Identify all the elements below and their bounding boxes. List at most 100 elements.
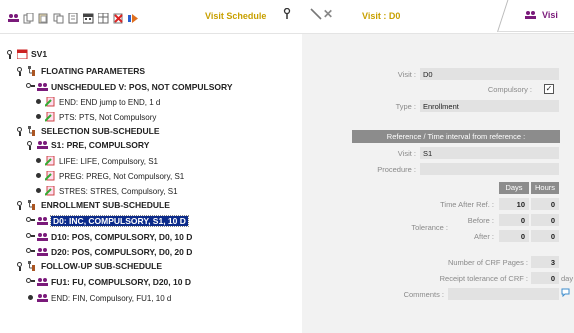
tree-node-floating[interactable]: FLOATING PARAMETERS xyxy=(16,65,145,77)
collapse-toggle-icon[interactable] xyxy=(16,261,25,271)
copy-icon[interactable] xyxy=(23,12,34,24)
expand-toggle-icon[interactable] xyxy=(26,247,35,257)
tree-node-s1[interactable]: S1: PRE, COMPULSORY xyxy=(26,139,149,151)
after-hours-field[interactable]: 0 xyxy=(531,230,559,242)
receipt-tolerance-label: Receipt tolerance of CRF : xyxy=(439,274,528,283)
collapse-toggle-icon[interactable] xyxy=(26,140,35,150)
before-hours-field[interactable]: 0 xyxy=(531,214,559,226)
collapse-toggle-icon[interactable] xyxy=(16,66,25,76)
sub-schedule-icon xyxy=(27,200,38,210)
tolerance-label: Tolerance : xyxy=(411,223,448,232)
time-after-label: Time After Ref. : xyxy=(440,200,494,209)
tree-node-fu1[interactable]: FU1: FU, COMPULSORY, D20, 10 D xyxy=(26,276,191,288)
tree-node-d10[interactable]: D10: POS, COMPULSORY, D0, 10 D xyxy=(26,231,192,243)
procedure-icon xyxy=(44,170,56,181)
compulsory-label: Compulsory : xyxy=(487,85,532,94)
pin-icon[interactable] xyxy=(282,7,292,22)
receipt-tolerance-field[interactable]: 0 xyxy=(531,272,559,284)
ref-visit-field[interactable]: S1 xyxy=(420,147,559,159)
tree-node-selection[interactable]: SELECTION SUB-SCHEDULE xyxy=(16,125,160,137)
table-icon[interactable] xyxy=(97,12,109,24)
toolbar-title: Visit Schedule xyxy=(205,11,267,21)
tree-label: S1: PRE, COMPULSORY xyxy=(51,140,150,150)
visit-icon xyxy=(37,277,48,287)
procedure-icon xyxy=(44,155,56,166)
visit-tab[interactable]: Visi xyxy=(525,10,558,20)
comments-field[interactable] xyxy=(448,288,559,300)
tree-node-d20[interactable]: D20: POS, COMPULSORY, D0, 20 D xyxy=(26,246,192,258)
visit-tab-label: Visi xyxy=(542,10,558,20)
visit-details-panel: Visit : D0 Compulsory : ✓ Type : Enrollm… xyxy=(302,34,574,333)
sub-schedule-icon xyxy=(27,66,38,76)
tree-label: SELECTION SUB-SCHEDULE xyxy=(41,126,160,136)
toolbar: Visit Schedule ✕ Visit : D0 xyxy=(0,0,574,34)
delete-icon[interactable] xyxy=(113,13,124,24)
visit-icon xyxy=(37,216,48,226)
tree-node-enrollment[interactable]: ENROLLMENT SUB-SCHEDULE xyxy=(16,199,170,211)
comments-label: Comments : xyxy=(403,290,444,299)
visit-field[interactable]: D0 xyxy=(420,68,559,80)
tree-node-pts[interactable]: PTS: PTS, Not Compulsory xyxy=(34,111,156,123)
visit-icon xyxy=(37,293,48,303)
tree-label: LIFE: LIFE, Compulsory, S1 xyxy=(59,156,158,166)
type-select[interactable]: Enrollment xyxy=(420,100,559,112)
arrow-icon[interactable] xyxy=(128,13,139,24)
visit-tree: SV1 FLOATING PARAMETERS UNSCHEDULED V: P… xyxy=(0,38,300,333)
receipt-unit: day xyxy=(561,274,574,283)
collapse-toggle-icon[interactable] xyxy=(16,126,25,136)
tree-node-preg[interactable]: PREG: PREG, Not Compulsory, S1 xyxy=(34,170,184,182)
sub-schedule-icon xyxy=(27,126,38,136)
duplicate-icon[interactable] xyxy=(53,13,64,24)
time-after-hours-field[interactable]: 0 xyxy=(531,198,559,210)
reference-header: Reference / Time interval from reference… xyxy=(352,130,560,143)
toolbar-icons xyxy=(0,8,139,28)
tree-label: UNSCHEDULED V: POS, NOT COMPULSORY xyxy=(51,82,233,92)
paste-icon[interactable] xyxy=(38,13,49,24)
tree-node-root[interactable]: SV1 xyxy=(6,48,47,60)
tree-node-endfin[interactable]: END: FIN, Compulsory, FU1, 10 d xyxy=(26,292,171,304)
visit-title: Visit : D0 xyxy=(362,11,401,21)
tree-label: STRES: STRES, Compulsory, S1 xyxy=(59,186,178,196)
expand-toggle-icon[interactable] xyxy=(26,82,35,92)
tree-node-end[interactable]: END: END jump to END, 1 d xyxy=(34,96,160,108)
tree-node-followup[interactable]: FOLLOW-UP SUB-SCHEDULE xyxy=(16,260,162,272)
before-days-field[interactable]: 0 xyxy=(499,214,529,226)
collapse-toggle-icon[interactable] xyxy=(6,49,15,59)
tree-label: D10: POS, COMPULSORY, D0, 10 D xyxy=(51,232,193,242)
procedure-icon xyxy=(44,185,56,196)
sub-schedule-icon xyxy=(27,261,38,271)
document-icon[interactable] xyxy=(68,12,79,24)
tree-node-stres[interactable]: STRES: STRES, Compulsory, S1 xyxy=(34,185,178,197)
after-days-field[interactable]: 0 xyxy=(499,230,529,242)
expand-toggle-icon[interactable] xyxy=(26,277,35,287)
calendar-icon[interactable] xyxy=(82,13,94,24)
tree-label: D20: POS, COMPULSORY, D0, 20 D xyxy=(51,247,193,257)
tree-label: D0: INC, COMPULSORY, S1, 10 D xyxy=(50,215,189,227)
procedure-icon xyxy=(44,111,56,122)
visits-icon[interactable] xyxy=(8,13,19,24)
procedure-icon xyxy=(44,96,56,107)
expand-toggle-icon[interactable] xyxy=(26,232,35,242)
compulsory-checkbox[interactable]: ✓ xyxy=(544,84,554,94)
expand-toggle-icon[interactable] xyxy=(26,216,35,226)
visit-icon xyxy=(37,82,48,92)
wand-icon[interactable] xyxy=(310,8,322,22)
close-icon[interactable]: ✕ xyxy=(323,7,333,21)
tree-label: END: END jump to END, 1 d xyxy=(59,97,161,107)
visit-label: Visit : xyxy=(397,70,416,79)
days-header: Days xyxy=(499,182,529,194)
leaf-icon xyxy=(34,97,43,107)
tree-label: FOLLOW-UP SUB-SCHEDULE xyxy=(41,261,163,271)
time-after-days-field[interactable]: 10 xyxy=(499,198,529,210)
hours-header: Hours xyxy=(531,182,559,194)
tree-node-unscheduled[interactable]: UNSCHEDULED V: POS, NOT COMPULSORY xyxy=(26,81,233,93)
collapse-toggle-icon[interactable] xyxy=(16,200,25,210)
after-label: After : xyxy=(473,232,494,241)
tree-node-d0[interactable]: D0: INC, COMPULSORY, S1, 10 D xyxy=(26,215,189,227)
leaf-icon xyxy=(34,156,43,166)
crf-pages-field[interactable]: 3 xyxy=(531,256,559,268)
procedure-field[interactable] xyxy=(420,163,559,175)
tree-node-life[interactable]: LIFE: LIFE, Compulsory, S1 xyxy=(34,155,158,167)
comment-icon[interactable] xyxy=(561,288,570,299)
type-label: Type : xyxy=(395,102,416,111)
